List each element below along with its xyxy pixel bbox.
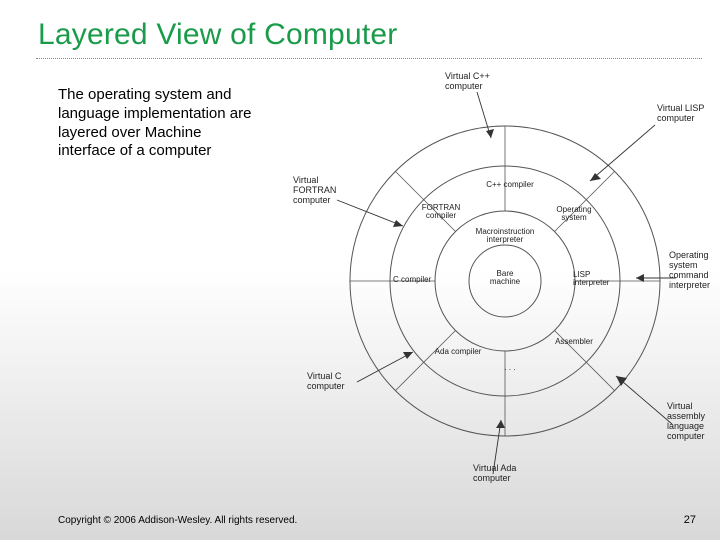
seg-c: C compiler [393,276,447,284]
lbl-voscmd: Operating system command interpreter [669,251,720,291]
lbl-vlisp: Virtual LISP computer [657,104,707,124]
lbl-vfortran: Virtual FORTRAN computer [293,176,349,206]
lbl-vcpp: Virtual C++ computer [445,72,525,92]
ring1-label: Macroinstruction interpreter [463,228,547,245]
lbl-vc: Virtual C computer [307,372,357,392]
layered-diagram: Bare machine Macroinstruction interprete… [295,76,695,476]
seg-cpp: C++ compiler [485,181,535,189]
lbl-vasm: Virtual assembly language computer [667,402,720,442]
seg-asm: Assembler [547,338,601,346]
footer-copyright: Copyright © 2006 Addison-Wesley. All rig… [58,515,297,526]
seg-os: Operating system [543,206,605,223]
seg-fortran: FORTRAN compiler [413,204,469,221]
seg-ada: Ada compiler [433,348,483,356]
slide-title: Layered View of Computer [0,0,720,58]
lbl-vada: Virtual Ada computer [473,464,523,484]
page-number: 27 [684,514,696,526]
description-text: The operating system and language implem… [58,86,258,161]
title-underline [36,58,702,59]
center-label: Bare machine [483,270,527,287]
seg-lisp: LISP interpreter [573,271,621,288]
seg-dots: . . . [495,364,525,372]
